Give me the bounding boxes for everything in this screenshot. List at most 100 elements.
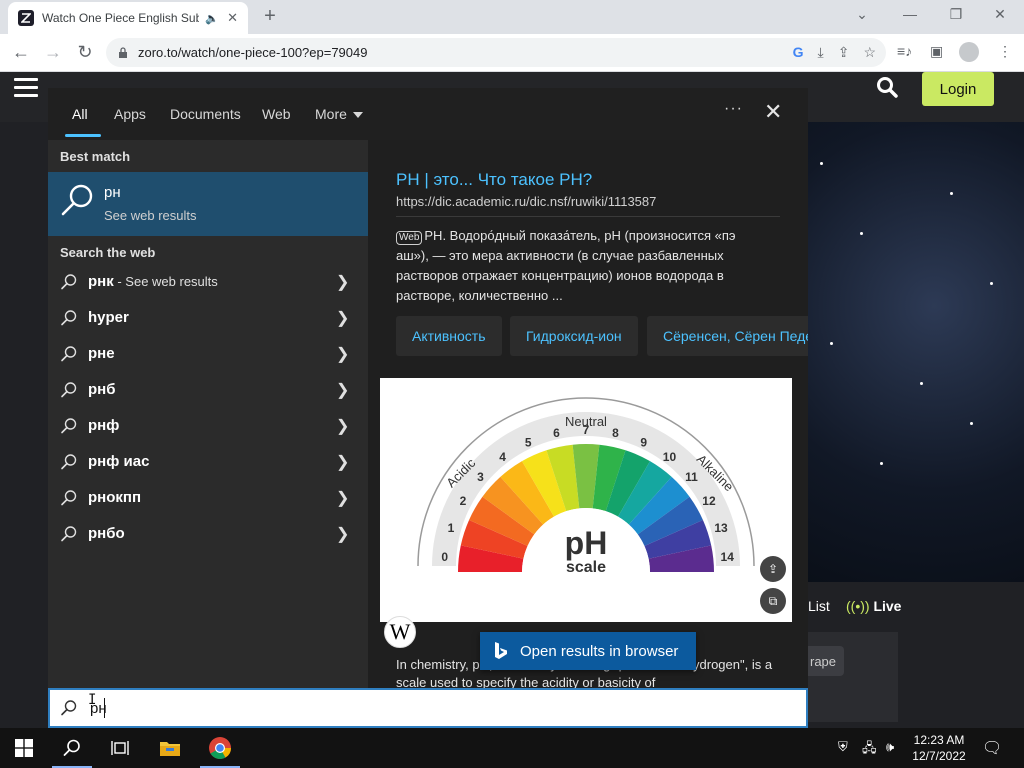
hamburger-menu-icon[interactable] (14, 78, 38, 98)
web-result-label: рнбо (88, 525, 125, 542)
ph-number: 6 (553, 426, 560, 440)
site-search-icon[interactable] (876, 76, 898, 104)
web-result-item[interactable]: рне ❯ (48, 336, 368, 372)
results-list: Best match рн See web results Search the… (48, 140, 368, 688)
chrome-taskbar-button[interactable] (196, 728, 244, 768)
google-icon[interactable]: G (793, 44, 804, 61)
web-result-item[interactable]: рнф иас ❯ (48, 444, 368, 480)
bing-icon (495, 642, 507, 659)
site-list-link[interactable]: List (808, 598, 830, 614)
bookmark-star-icon[interactable]: ☆ (863, 44, 876, 61)
ph-number: 2 (460, 494, 467, 508)
mouse-ibeam-cursor-icon: I (88, 692, 97, 708)
web-result-label: рнф (88, 417, 119, 434)
search-web-heading: Search the web (60, 245, 156, 260)
browser-toolbar: ← → ↻ zoro.to/watch/one-piece-100?ep=790… (0, 34, 1024, 72)
zoro-favicon-icon (18, 10, 34, 26)
taskbar-search-button[interactable] (48, 728, 96, 768)
caret-down-icon (352, 112, 363, 119)
file-explorer-button[interactable] (146, 728, 194, 768)
web-result-item[interactable]: рнб ❯ (48, 372, 368, 408)
chip-sorensen[interactable]: Сёренсен, Сёрен Педер Лауриц (647, 316, 808, 356)
restore-icon[interactable]: ❐ (946, 6, 966, 23)
share-image-icon[interactable]: ⇪ (760, 556, 786, 582)
share-icon[interactable]: ⇪ (838, 44, 850, 61)
more-options-icon[interactable]: ··· (724, 100, 743, 118)
web-result-item[interactable]: hyper ❯ (48, 300, 368, 336)
network-icon[interactable]: 🖧 (862, 739, 877, 761)
chevron-right-icon[interactable]: ❯ (336, 272, 349, 292)
tab-apps[interactable]: Apps (114, 106, 146, 122)
chip-hydroxide[interactable]: Гидроксид-ион (510, 316, 638, 356)
chevron-right-icon[interactable]: ❯ (336, 416, 349, 436)
ph-label: pH (565, 525, 608, 561)
start-button[interactable] (0, 728, 48, 768)
browser-menu-icon[interactable]: ⋮ (998, 43, 1012, 60)
tab-web[interactable]: Web (262, 106, 291, 122)
search-icon (61, 418, 77, 434)
preview-title-link[interactable]: PH | это... Что такое PH? (396, 170, 592, 190)
task-view-icon (111, 741, 129, 755)
search-icon (61, 700, 77, 716)
chevron-right-icon[interactable]: ❯ (336, 488, 349, 508)
tab-documents[interactable]: Documents (170, 106, 241, 122)
profile-avatar[interactable] (959, 42, 979, 62)
tab-more[interactable]: More (315, 106, 363, 122)
system-clock[interactable]: 12:23 AM 12/7/2022 (904, 732, 974, 764)
text-caret (104, 698, 105, 718)
address-bar[interactable]: zoro.to/watch/one-piece-100?ep=79049 G ⤓… (106, 38, 886, 67)
best-match-item[interactable]: рн See web results (48, 172, 368, 236)
notifications-icon[interactable]: 🗨 (982, 738, 1002, 758)
side-panel-icon[interactable]: ▣ (930, 43, 943, 60)
close-window-icon[interactable]: ✕ (990, 6, 1010, 23)
search-icon (63, 739, 80, 756)
reload-icon[interactable]: ↻ (74, 42, 96, 62)
speaker-icon[interactable]: 🔈 (205, 12, 219, 25)
site-live-link[interactable]: ((•)) Live (846, 598, 901, 614)
web-result-item[interactable]: рнокпп ❯ (48, 480, 368, 516)
open-image-icon[interactable]: ⧉ (760, 588, 786, 614)
chevron-right-icon[interactable]: ❯ (336, 452, 349, 472)
tab-close-icon[interactable]: ✕ (227, 10, 238, 26)
login-button[interactable]: Login (922, 72, 994, 106)
back-icon[interactable]: ← (10, 42, 32, 62)
tab-all[interactable]: All (72, 106, 88, 122)
chevron-right-icon[interactable]: ❯ (336, 344, 349, 364)
chevron-right-icon[interactable]: ❯ (336, 524, 349, 544)
ph-number: 8 (612, 426, 619, 440)
web-result-text: рнб (88, 381, 116, 398)
minimize-icon[interactable]: — (900, 6, 920, 22)
best-match-heading: Best match (60, 149, 131, 164)
web-result-item[interactable]: рнк - See web results ❯ (48, 264, 368, 300)
browser-tab[interactable]: Watch One Piece English Sub 🔈 ✕ (8, 2, 248, 34)
tab-more-label: More (315, 106, 347, 122)
search-icon (61, 274, 77, 290)
web-result-item[interactable]: рнф ❯ (48, 408, 368, 444)
tab-search-chevron-icon[interactable]: ⌄ (852, 6, 872, 23)
chip-activity[interactable]: Активность (396, 316, 502, 356)
new-tab-button[interactable]: + (258, 6, 282, 26)
chevron-right-icon[interactable]: ❯ (336, 380, 349, 400)
task-view-button[interactable] (96, 728, 144, 768)
ph-number: 1 (448, 521, 455, 535)
web-result-label: рнб (88, 381, 116, 398)
web-result-label: рне (88, 345, 115, 362)
volume-icon[interactable]: 🕪 (886, 739, 894, 755)
web-result-item[interactable]: рнбо ❯ (48, 516, 368, 552)
web-result-text: рне (88, 345, 115, 362)
search-box[interactable]: рн (48, 688, 808, 728)
forward-icon[interactable]: → (42, 42, 64, 62)
ph-scale-illustration: 0123456 7 891011121314 pH scale Acidic Neu… (417, 397, 755, 576)
chevron-right-icon[interactable]: ❯ (336, 308, 349, 328)
install-icon[interactable]: ⤓ (818, 44, 824, 61)
close-flyout-icon[interactable]: ✕ (764, 100, 782, 124)
ph-number: 9 (640, 435, 647, 449)
open-results-in-browser-button[interactable]: Open results in browser (480, 632, 696, 670)
windows-security-icon[interactable]: ⛨ (838, 739, 848, 755)
media-controls-icon[interactable]: ≡♪ (897, 43, 912, 59)
search-icon (61, 526, 77, 542)
ph-scale-image[interactable]: 0 1 2 3 4 5 6 7 8 9 10 11 12 13 14 pH scale Acidic Neu… (380, 378, 792, 622)
site-chip[interactable]: rape (802, 646, 844, 676)
best-match-subtitle: See web results (104, 208, 197, 223)
ph-number: 4 (499, 450, 506, 464)
